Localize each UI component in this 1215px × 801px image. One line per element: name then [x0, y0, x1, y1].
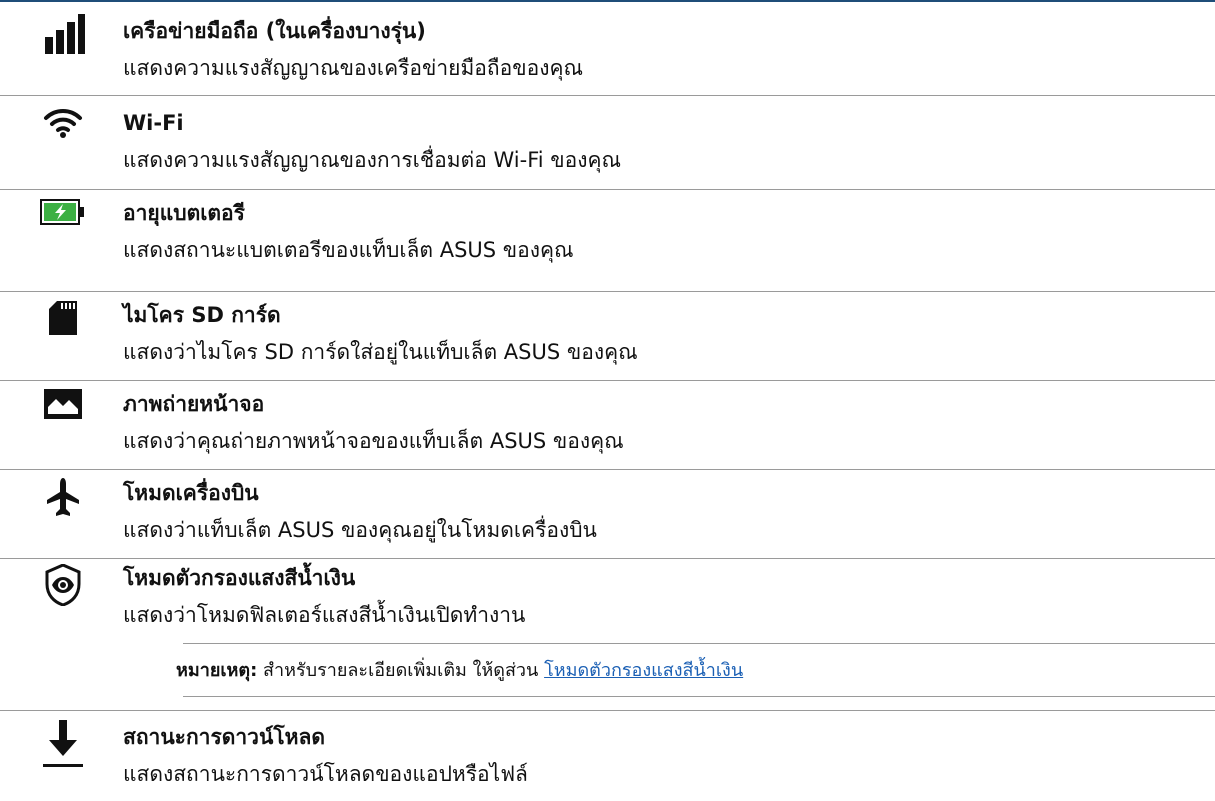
item-description-sd-card: แสดงว่าไมโคร SD การ์ดใส่อยู่ในแท็บเล็ต A… [123, 340, 638, 364]
note: หมายเหตุ: สำหรับรายละเอียดเพิ่มเติม ให้ด… [176, 659, 743, 683]
divider [0, 558, 1215, 559]
note-text: สำหรับรายละเอียดเพิ่มเติม ให้ดูส่วน [257, 660, 545, 681]
divider [0, 291, 1215, 292]
divider [0, 469, 1215, 470]
item-description-battery: แสดงสถานะแบตเตอรีของแท็บเล็ต ASUS ของคุณ [123, 238, 574, 262]
item-description-blue-light-filter: แสดงว่าโหมดฟิลเตอร์แสงสีน้ำเงินเปิดทำงาน [123, 603, 526, 627]
item-description-airplane-mode: แสดงว่าแท็บเล็ต ASUS ของคุณอยู่ในโหมดเคร… [123, 518, 597, 542]
item-description-screenshot: แสดงว่าคุณถ่ายภาพหน้าจอของแท็บเล็ต ASUS … [123, 429, 624, 453]
divider [0, 380, 1215, 381]
item-title-mobile-network: เครือข่ายมือถือ (ในเครื่องบางรุ่น) [123, 19, 426, 43]
item-description-wifi: แสดงความแรงสัญญาณของการเชื่อมต่อ Wi-Fi ข… [123, 148, 622, 172]
divider [0, 189, 1215, 190]
sd-card-icon [38, 301, 88, 335]
note-link-blue-light-filter[interactable]: โหมดตัวกรองแสงสีน้ำเงิน [544, 660, 743, 681]
signal-bars-icon [38, 14, 88, 54]
note-top-divider [183, 643, 1215, 644]
airplane-icon [38, 478, 88, 518]
item-title-battery: อายุแบตเตอรี [123, 201, 245, 225]
divider [0, 95, 1215, 96]
item-title-blue-light-filter: โหมดตัวกรองแสงสีน้ำเงิน [123, 566, 356, 590]
note-label: หมายเหตุ: [176, 660, 258, 681]
item-title-wifi: Wi-Fi [123, 111, 184, 135]
divider [0, 710, 1215, 711]
item-title-sd-card: ไมโคร SD การ์ด [123, 303, 281, 327]
battery-charging-icon [38, 199, 88, 225]
download-icon [38, 720, 88, 768]
item-title-download-status: สถานะการดาวน์โหลด [123, 725, 325, 749]
top-rule [0, 0, 1215, 2]
item-title-screenshot: ภาพถ่ายหน้าจอ [123, 392, 265, 416]
item-description-mobile-network: แสดงความแรงสัญญาณของเครือข่ายมือถือของคุ… [123, 56, 583, 80]
note-bottom-divider [183, 696, 1215, 697]
screenshot-image-icon [38, 389, 88, 419]
eye-shield-icon [38, 564, 88, 606]
item-description-download-status: แสดงสถานะการดาวน์โหลดของแอปหรือไฟล์ [123, 762, 528, 786]
item-title-airplane-mode: โหมดเครื่องบิน [123, 481, 259, 505]
wifi-icon [38, 106, 88, 138]
